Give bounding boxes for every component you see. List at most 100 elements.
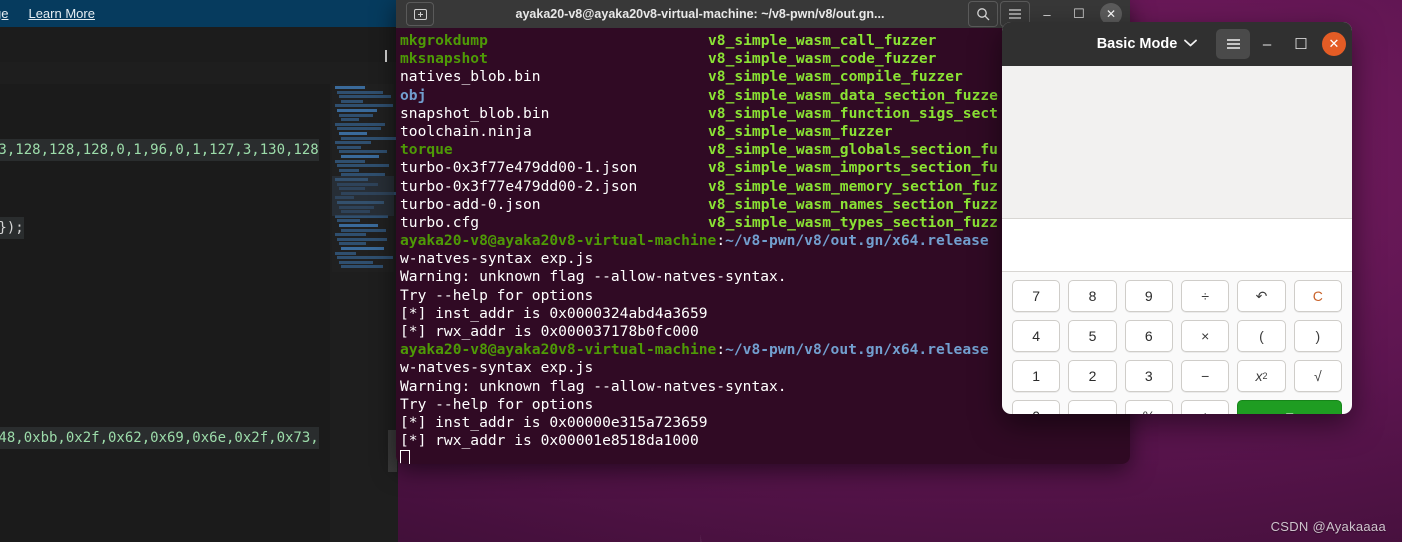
editor-code-area[interactable]: 33,128,128,128,0,1,96,0,1,127,3,130,128 … bbox=[0, 84, 330, 542]
equals-button[interactable]: = bbox=[1237, 400, 1342, 414]
minimap-line bbox=[337, 164, 389, 168]
terminal-output-text: [*] rwx_addr is 0x000037178b0fc000 bbox=[400, 323, 699, 340]
terminal-output-line: [*] rwx_addr is 0x00001e8518da1000 bbox=[400, 432, 1130, 450]
calc-key-0[interactable]: 0 bbox=[1012, 400, 1061, 414]
calculator-keypad[interactable]: 789÷↶C 456×() 123−x2√ 0.% + = bbox=[1002, 272, 1352, 414]
terminal-prompt-separator: : bbox=[716, 232, 726, 250]
minimap-line bbox=[339, 150, 387, 154]
minimap-line bbox=[335, 141, 371, 145]
code-editor-window[interactable]: ge Learn More 33,128,128,128,0,1,96,0,1,… bbox=[0, 0, 398, 542]
terminal-file-name: toolchain.ninja bbox=[400, 122, 532, 140]
calc-key-1[interactable]: 1 bbox=[1012, 360, 1061, 392]
terminal-output-text: w-natves-syntax exp.js bbox=[400, 250, 594, 268]
undo-button[interactable]: ↶ bbox=[1237, 280, 1286, 312]
search-icon[interactable] bbox=[968, 1, 998, 27]
minimap-line bbox=[337, 237, 387, 241]
calc-key-9[interactable]: 9 bbox=[1124, 280, 1173, 312]
terminal-output-text: Warning: unknown flag --allow-natves-syn… bbox=[400, 377, 787, 395]
terminal-file-name: turbo-add-0.json bbox=[400, 195, 541, 213]
learn-more-link[interactable]: Learn More bbox=[28, 6, 94, 21]
minimap-line bbox=[339, 168, 359, 172]
calculator-entry-field[interactable] bbox=[1002, 219, 1352, 272]
square-button[interactable]: x2 bbox=[1237, 360, 1286, 392]
editor-tab-strip[interactable] bbox=[0, 27, 398, 63]
terminal-title: ayaka20-v8@ayaka20v8-virtual-machine: ~/… bbox=[515, 7, 885, 21]
calc-key-÷[interactable]: ÷ bbox=[1180, 280, 1230, 312]
calc-key-×[interactable]: × bbox=[1180, 320, 1230, 352]
terminal-file-name: v8_simple_wasm_types_section_fuzz bbox=[708, 213, 998, 231]
terminal-prompt-row bbox=[400, 450, 1130, 464]
calc-key-7[interactable]: 7 bbox=[1012, 280, 1061, 312]
minimap-line bbox=[337, 127, 381, 131]
terminal-file-name: v8_simple_wasm_compile_fuzzer bbox=[708, 68, 963, 86]
calc-key-([interactable]: ( bbox=[1237, 320, 1286, 352]
calc-key-3[interactable]: 3 bbox=[1124, 360, 1173, 392]
calculator-mode-label: Basic Mode bbox=[1096, 36, 1178, 52]
minimap-line bbox=[337, 90, 383, 94]
calc-key-+[interactable]: + bbox=[1180, 400, 1230, 414]
terminal-file-name: v8_simple_wasm_code_fuzzer bbox=[708, 50, 937, 68]
editor-breadcrumb[interactable] bbox=[0, 62, 398, 84]
hamburger-menu-icon[interactable] bbox=[1216, 29, 1250, 59]
minimap-line bbox=[335, 251, 356, 255]
calculator-headerbar[interactable]: Basic Mode – ☐ ✕ bbox=[1002, 22, 1352, 66]
calc-key-4[interactable]: 4 bbox=[1012, 320, 1061, 352]
terminal-file-name: v8_simple_wasm_globals_section_fu bbox=[708, 141, 998, 159]
calculator-close-button[interactable]: ✕ bbox=[1322, 32, 1346, 56]
minimap-viewport[interactable] bbox=[332, 176, 394, 216]
text-cursor-icon bbox=[385, 50, 387, 62]
minimap-line bbox=[341, 228, 386, 232]
minimap-line bbox=[335, 159, 365, 163]
terminal-file-name: turbo-0x3f77e479dd00-1.json bbox=[400, 159, 638, 177]
minimap-line bbox=[341, 155, 379, 158]
code-line: {}); bbox=[0, 217, 24, 239]
terminal-file-name: v8_simple_wasm_data_section_fuzze bbox=[708, 86, 998, 104]
calc-key-%[interactable]: % bbox=[1124, 400, 1173, 414]
clear-button[interactable]: C bbox=[1293, 280, 1342, 312]
chevron-down-icon bbox=[1184, 38, 1198, 50]
minimap-line bbox=[341, 265, 383, 269]
terminal-cursor-icon bbox=[400, 450, 410, 464]
terminal-file-name: obj bbox=[400, 86, 427, 104]
calc-key-)[interactable]: ) bbox=[1293, 320, 1342, 352]
code-minimap[interactable] bbox=[332, 84, 398, 272]
terminal-prompt-path: ~/v8-pwn/v8/out.gn/x64.release bbox=[725, 341, 989, 359]
calc-key-.[interactable]: . bbox=[1068, 400, 1117, 414]
minimap-line bbox=[337, 145, 361, 149]
terminal-output-text: Try --help for options bbox=[400, 395, 594, 413]
watermark-text: CSDN @Ayakaaaa bbox=[1270, 519, 1386, 534]
minimap-line bbox=[341, 99, 363, 103]
minimap-line bbox=[341, 118, 359, 122]
terminal-output-line: [*] inst_addr is 0x00000e315a723659 bbox=[400, 414, 1130, 432]
calc-key-−[interactable]: − bbox=[1180, 360, 1230, 392]
calculator-maximize-button[interactable]: ☐ bbox=[1284, 29, 1318, 59]
minimap-line bbox=[337, 219, 360, 223]
calc-key-5[interactable]: 5 bbox=[1068, 320, 1117, 352]
minimap-line bbox=[337, 256, 393, 260]
sqrt-button[interactable]: √ bbox=[1293, 360, 1342, 392]
terminal-file-name: turbo.cfg bbox=[400, 213, 480, 231]
calc-key-6[interactable]: 6 bbox=[1124, 320, 1173, 352]
terminal-output-text: [*] inst_addr is 0x00000e315a723659 bbox=[400, 413, 708, 431]
terminal-output-text: [*] inst_addr is 0x0000324abd4a3659 bbox=[400, 304, 708, 322]
terminal-file-name: torque bbox=[400, 141, 453, 159]
new-tab-icon[interactable] bbox=[406, 2, 434, 26]
terminal-output-text: w-natves-syntax exp.js bbox=[400, 359, 594, 377]
editor-notification-banner[interactable]: ge Learn More bbox=[0, 0, 398, 28]
calculator-minimize-button[interactable]: – bbox=[1250, 29, 1284, 59]
calculator-window[interactable]: Basic Mode – ☐ ✕ 789÷↶C 456×() 123−x2√ 0.% +… bbox=[1002, 22, 1352, 414]
terminal-prompt-separator: : bbox=[716, 341, 726, 359]
minimap-line bbox=[335, 86, 365, 89]
terminal-output-text: Try --help for options bbox=[400, 286, 594, 304]
minimap-line bbox=[339, 242, 366, 246]
minimap-line bbox=[335, 233, 366, 237]
calculator-display bbox=[1002, 66, 1352, 219]
calc-key-2[interactable]: 2 bbox=[1068, 360, 1117, 392]
terminal-file-name: snapshot_blob.bin bbox=[400, 104, 550, 122]
calc-key-8[interactable]: 8 bbox=[1068, 280, 1117, 312]
minimap-line bbox=[339, 95, 391, 99]
minimap-line bbox=[341, 136, 396, 140]
minimap-line bbox=[341, 247, 384, 250]
calculator-mode-selector[interactable]: Basic Mode bbox=[1008, 36, 1216, 52]
terminal-file-name: natives_blob.bin bbox=[400, 68, 541, 86]
